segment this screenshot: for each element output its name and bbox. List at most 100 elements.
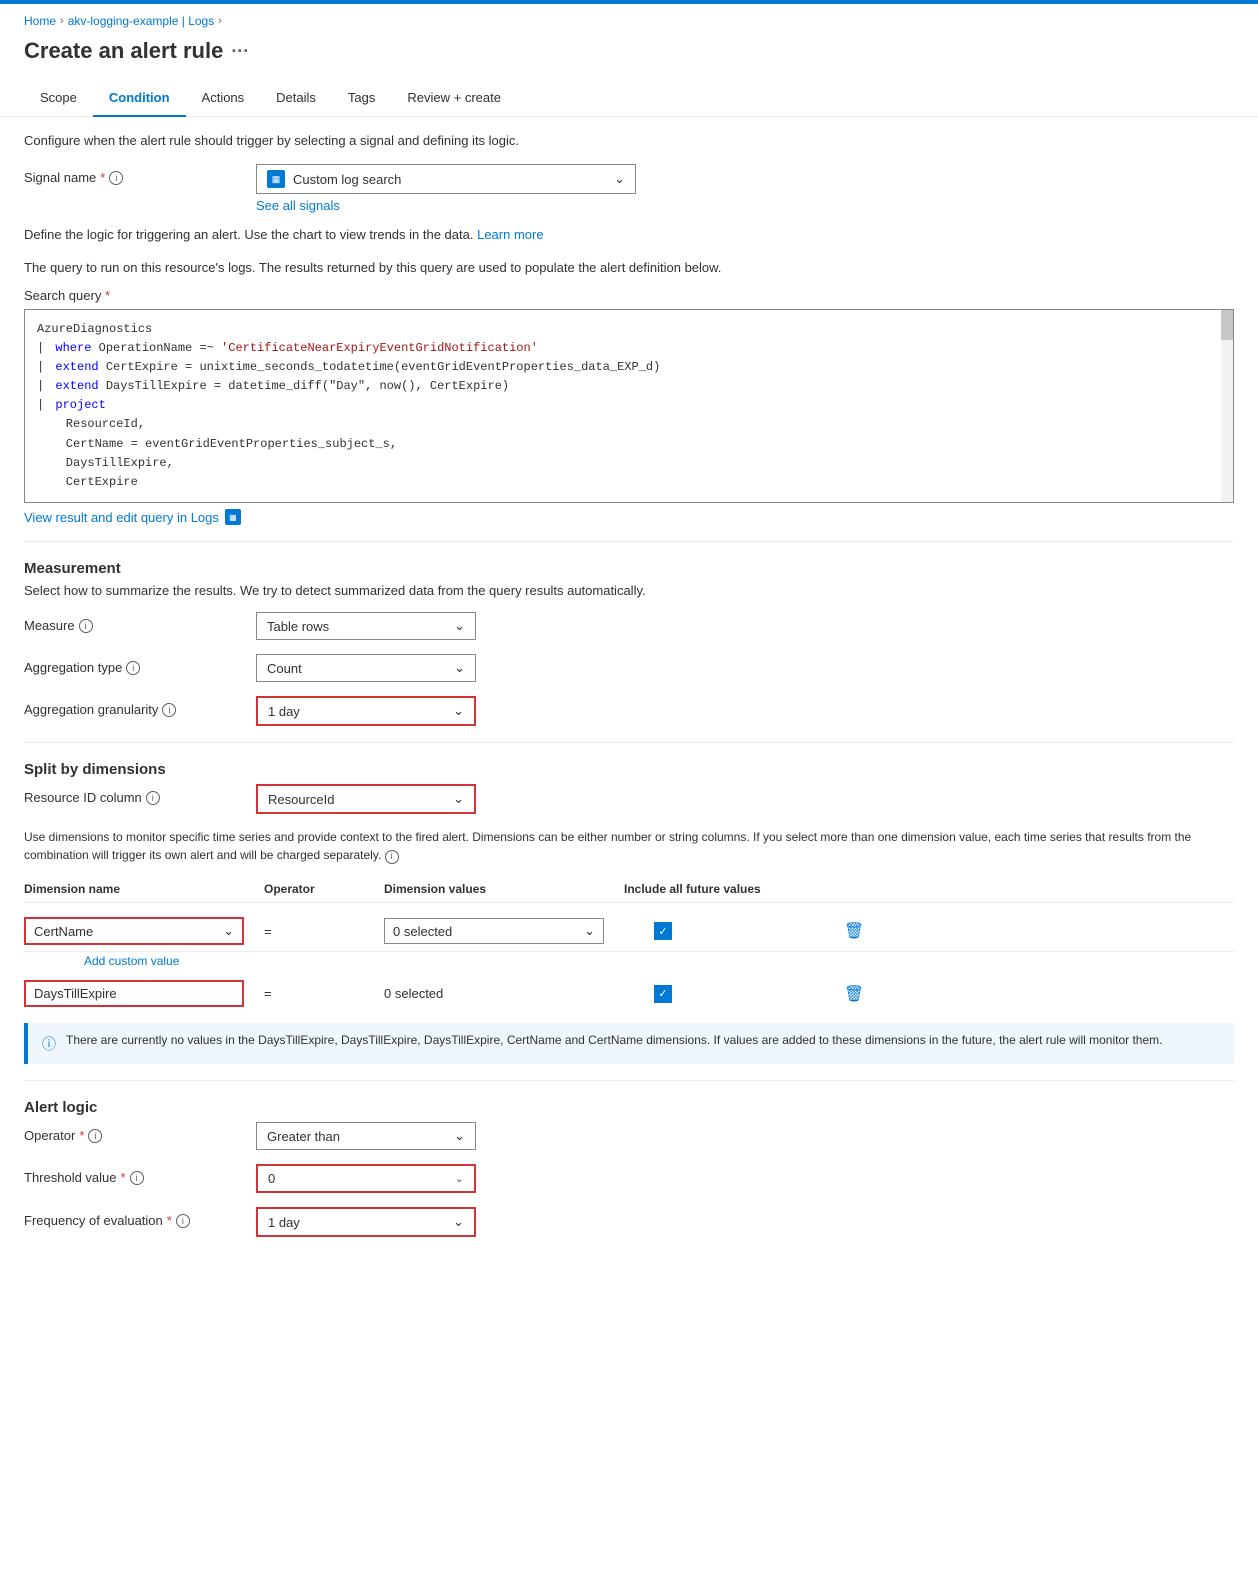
split-info-icon[interactable]: i [385,850,399,864]
query-line-9: CertExpire [37,473,1221,492]
info-box-icon: ⓘ [42,1034,56,1054]
query-line-8: DaysTillExpire, [37,454,1221,473]
certname-value: CertName [34,924,93,939]
dim-header-include: Include all future values [624,882,824,896]
measure-info-icon[interactable]: i [79,619,93,633]
add-custom-value-link[interactable]: Add custom value [84,954,1234,968]
threshold-chevron-icon: ⌄ [455,1172,464,1185]
query-editor[interactable]: AzureDiagnostics | where OperationName =… [24,309,1234,504]
frequency-chevron-icon: ⌄ [453,1214,464,1230]
tab-tags[interactable]: Tags [332,80,391,117]
query-line-7: CertName = eventGridEventProperties_subj… [37,435,1221,454]
operator-dropdown[interactable]: Greater than ⌄ [256,1122,476,1150]
frequency-row: Frequency of evaluation * i 1 day ⌄ [24,1207,1234,1237]
threshold-value-input[interactable] [268,1171,428,1186]
aggregation-type-label: Aggregation type i [24,654,244,675]
operator-info-icon[interactable]: i [88,1129,102,1143]
signal-type-icon: ▦ [267,170,285,188]
signal-dropdown[interactable]: ▦ Custom log search ⌄ [256,164,636,194]
resource-id-label: Resource ID column i [24,784,244,805]
aggregation-granularity-dropdown[interactable]: 1 day ⌄ [256,696,476,726]
daystillexpire-delete-icon[interactable]: 🗑 [844,984,864,1004]
query-scrollbar[interactable] [1221,310,1233,503]
learn-more-link[interactable]: Learn more [477,227,543,242]
query-line-2: | where OperationName =~ 'CertificateNea… [37,339,1221,358]
certname-dropdown[interactable]: CertName ⌄ [24,917,244,945]
tab-details[interactable]: Details [260,80,332,117]
breadcrumb-logs[interactable]: akv-logging-example | Logs [68,14,215,28]
tab-review-create[interactable]: Review + create [391,80,517,117]
frequency-label: Frequency of evaluation * i [24,1207,244,1228]
certname-values-value: 0 selected [393,924,452,939]
logs-icon: ▦ [225,509,241,525]
tab-scope[interactable]: Scope [24,80,93,117]
resource-id-dropdown[interactable]: ResourceId ⌄ [256,784,476,814]
divider-2 [24,742,1234,743]
threshold-input-container[interactable]: ⌄ [256,1164,476,1193]
signal-value: Custom log search [293,172,606,187]
query-line-6: ResourceId, [37,415,1221,434]
dim-header-name: Dimension name [24,882,264,896]
info-box: ⓘ There are currently no values in the D… [24,1023,1234,1064]
breadcrumb: Home › akv-logging-example | Logs › [0,4,1258,34]
resource-id-row: Resource ID column i ResourceId ⌄ [24,784,1234,814]
see-all-signals-link[interactable]: See all signals [256,198,636,213]
tab-condition[interactable]: Condition [93,80,186,117]
measure-value: Table rows [267,619,329,634]
resourceid-info-icon[interactable]: i [146,791,160,805]
split-description: Use dimensions to monitor specific time … [24,828,1234,864]
signal-info-icon[interactable]: i [109,171,123,185]
query-line-1: AzureDiagnostics [37,320,1221,339]
page-title: Create an alert rule [24,38,223,64]
condition-subtitle: Configure when the alert rule should tri… [24,133,1234,148]
split-title: Split by dimensions [24,761,1234,778]
granularity-value: 1 day [268,704,300,719]
aggtype-info-icon[interactable]: i [126,661,140,675]
aggregation-type-dropdown[interactable]: Count ⌄ [256,654,476,682]
query-line-3: | extend CertExpire = unixtime_seconds_t… [37,358,1221,377]
aggregation-type-value: Count [267,661,302,676]
daystillexpire-value: DaysTillExpire [34,986,117,1001]
aggregation-granularity-row: Aggregation granularity i 1 day ⌄ [24,696,1234,726]
daystillexpire-name-field[interactable]: DaysTillExpire [24,980,244,1007]
granularity-chevron-icon: ⌄ [453,703,464,719]
content-area: Configure when the alert rule should tri… [0,117,1258,1267]
certname-operator: = [264,924,272,939]
certname-values-dropdown[interactable]: 0 selected ⌄ [384,918,604,944]
measurement-title: Measurement [24,560,1234,577]
resourceid-chevron-icon: ⌄ [453,791,464,807]
more-options-icon[interactable]: ··· [231,41,249,62]
certname-values-chevron-icon: ⌄ [584,923,595,939]
certname-chevron-icon: ⌄ [223,923,234,939]
scrollbar-thumb [1221,310,1233,340]
frequency-dropdown[interactable]: 1 day ⌄ [256,1207,476,1237]
frequency-info-icon[interactable]: i [176,1214,190,1228]
resource-id-value: ResourceId [268,792,334,807]
measure-row: Measure i Table rows ⌄ [24,612,1234,640]
breadcrumb-home[interactable]: Home [24,14,56,28]
daystillexpire-include-all-checkbox[interactable]: ✓ [654,985,672,1003]
measure-dropdown[interactable]: Table rows ⌄ [256,612,476,640]
daystillexpire-operator: = [264,986,272,1001]
breadcrumb-sep1: › [60,15,64,27]
aggregation-type-row: Aggregation type i Count ⌄ [24,654,1234,682]
chevron-down-icon: ⌄ [614,171,625,187]
measurement-subtitle: Select how to summarize the results. We … [24,583,1234,598]
measure-label: Measure i [24,612,244,633]
certname-delete-icon[interactable]: 🗑 [844,921,864,941]
view-result-link[interactable]: View result and edit query in Logs ▦ [24,509,1234,525]
threshold-info-icon[interactable]: i [130,1171,144,1185]
granularity-info-icon[interactable]: i [162,703,176,717]
info-box-text: There are currently no values in the Day… [66,1033,1162,1047]
tabs-container: Scope Condition Actions Details Tags Rev… [0,80,1258,117]
query-box-container: AzureDiagnostics | where OperationName =… [24,309,1234,504]
dim-row-daystillexpire: DaysTillExpire = 0 selected ✓ 🗑 [24,974,1234,1013]
query-line-4: | extend DaysTillExpire = datetime_diff(… [37,377,1221,396]
certname-include-all-checkbox[interactable]: ✓ [654,922,672,940]
dim-header-values: Dimension values [384,882,624,896]
required-marker: * [100,170,105,185]
dim-header-operator: Operator [264,882,384,896]
aggregation-granularity-label: Aggregation granularity i [24,696,244,717]
breadcrumb-sep2: › [218,15,222,27]
tab-actions[interactable]: Actions [186,80,261,117]
